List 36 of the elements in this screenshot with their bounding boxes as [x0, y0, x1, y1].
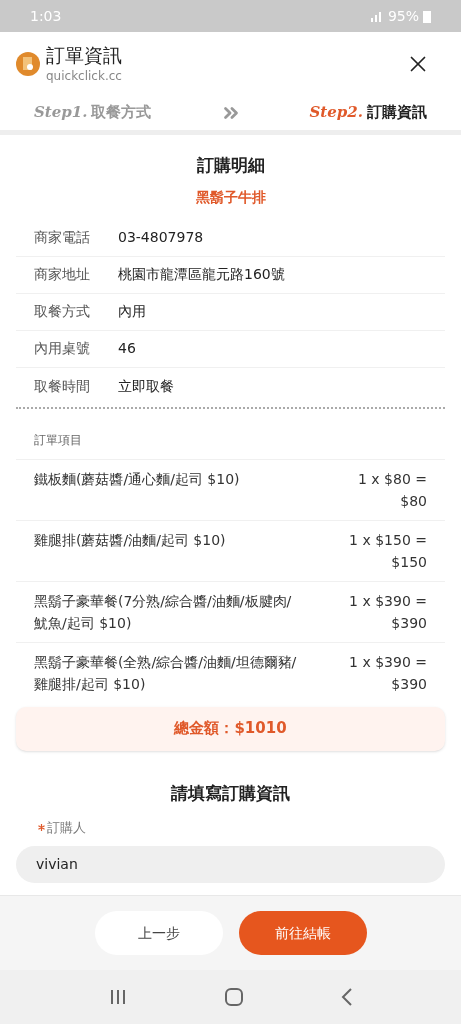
- battery-icon: [423, 9, 431, 23]
- item-price: 1 x $390 = $390: [348, 591, 427, 633]
- detail-value: 03-4807978: [118, 228, 204, 247]
- signal-icon: [369, 10, 384, 22]
- item-name: 黑鬍子豪華餐(全熟/綜合醬/油麵/坦德爾豬/雞腿排/起司 $10): [34, 652, 298, 694]
- detail-label: 取餐時間: [34, 376, 91, 396]
- checkout-button[interactable]: 前往結帳: [238, 911, 367, 955]
- step-tab[interactable]: Step2. 訂購資訊: [309, 101, 427, 124]
- item-price: 1 x $390 = $390: [348, 652, 427, 694]
- order-heading: 訂單項目: [33, 431, 83, 449]
- item-name: 鐵板麵(蘑菇醬/通心麵/起司 $10): [34, 469, 241, 489]
- detail-value: 46: [118, 339, 136, 358]
- item-price: 1 x $150 = $150: [348, 530, 427, 572]
- detail-label: 內用桌號: [34, 339, 91, 358]
- back-button[interactable]: 上一步: [94, 911, 223, 955]
- detail-label: 商家地址: [34, 265, 91, 284]
- home-icon[interactable]: [223, 987, 244, 1007]
- detail-label: 商家電話: [34, 228, 91, 247]
- page-title: 訂單資訊: [46, 42, 122, 67]
- detail-value: 桃園市龍潭區龍元路160號: [118, 265, 285, 284]
- input-field[interactable]: vivian: [16, 845, 445, 883]
- app-logo-icon: [16, 51, 40, 76]
- back-icon[interactable]: [340, 988, 353, 1006]
- item-name: 雞腿排(蘑菇醬/油麵/起司 $10): [34, 530, 227, 550]
- form-title: 請填寫訂購資訊: [170, 781, 291, 805]
- section-title: 訂購明細: [195, 154, 266, 177]
- item-price: 1 x $80 = $80: [357, 469, 427, 511]
- detail-value: 立即取餐: [118, 376, 174, 396]
- detail-value: 內用: [118, 302, 146, 321]
- recent-apps-icon[interactable]: [108, 989, 127, 1005]
- field-label: 訂購人: [47, 819, 86, 837]
- item-name: 黑鬍子豪華餐(7分熟/綜合醬/油麵/板腱肉/魷魚/起司 $10): [34, 591, 293, 633]
- total-amount: 總金額：$1010: [16, 706, 445, 751]
- site-url: quickclick.cc: [46, 67, 122, 85]
- detail-label: 取餐方式: [34, 302, 91, 321]
- store-name: 黑鬍子牛排: [194, 187, 267, 207]
